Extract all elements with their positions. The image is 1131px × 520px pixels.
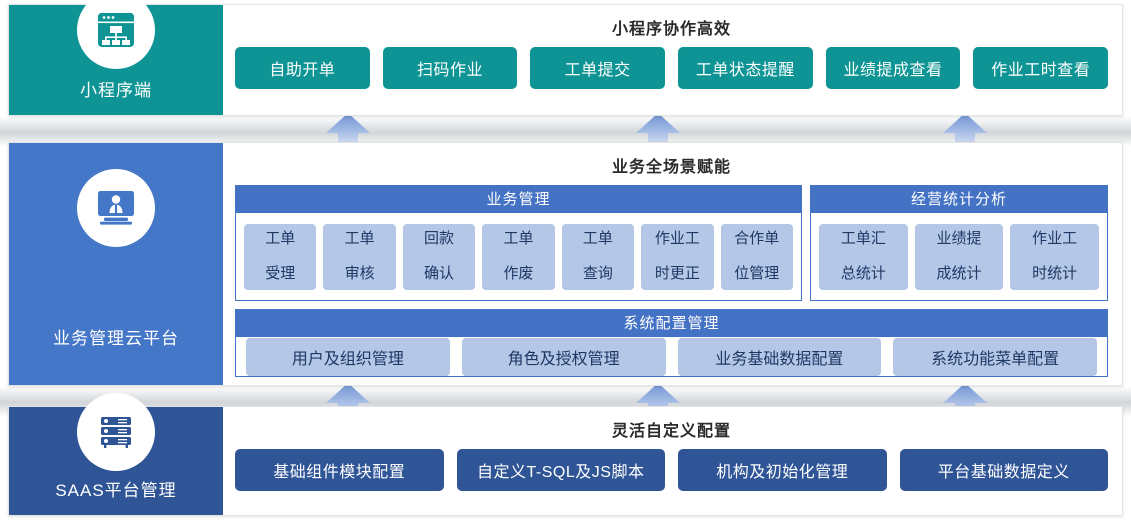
config-chip[interactable]: 角色及授权管理 [461,337,666,376]
chip-line: 作废 [503,265,534,283]
feature-button[interactable]: 工单提交 [530,47,666,89]
feature-button[interactable]: 扫码作业 [382,47,518,89]
module-chip[interactable]: 作业工 时统计 [1010,223,1100,290]
config-chip[interactable]: 业务基础数据配置 [677,337,882,376]
chip-line: 时统计 [1032,265,1078,283]
module-chip[interactable]: 作业工 时更正 [641,223,714,290]
feature-button[interactable]: 工单状态提醒 [678,47,813,89]
band-title-miniprogram: 小程序协作高效 [611,21,731,38]
panel-body-business-management: 工单 受理 工单 审核 回款 确认 工单 作废 工单 查询 作业工 时更正 合作… [236,213,801,300]
layer-miniprogram: 小程序端 小程序协作高效 自助开单 扫码作业 工单提交 工单状态提醒 业绩提成查… [8,0,1123,116]
saas-button-row: 基础组件模块配置 自定义T-SQL及JS脚本 机构及初始化管理 平台基础数据定义 [235,449,1108,491]
panel-body-operation-statistics: 工单汇总统计 业绩提成统计 作业工时统计 [811,213,1107,300]
layer-label-miniprogram: 小程序端 [80,81,152,100]
up-arrow-connector [325,112,371,146]
panel-header-operation-statistics: 经营统计分析 [811,186,1107,213]
chip-line: 工单 [582,229,613,247]
panel-operation-statistics: 经营统计分析 工单汇总统计 业绩提成统计 作业工时统计 [810,185,1108,301]
sitemap-window-icon [77,0,155,69]
chip-line: 作业工 [654,229,700,247]
chip-line: 时更正 [654,265,700,283]
feature-button[interactable]: 自助开单 [235,47,370,89]
panel-header-business-management: 业务管理 [236,186,801,213]
miniprogram-button-row: 自助开单 扫码作业 工单提交 工单状态提醒 业绩提成查看 作业工时查看 [235,47,1109,89]
chip-line: 成统计 [936,265,982,283]
panel-body-system-configuration: 用户及组织管理 角色及授权管理 业务基础数据配置 系统功能菜单配置 [236,337,1107,376]
module-chip[interactable]: 业绩提 成统计 [914,223,1004,290]
chip-line: 位管理 [734,265,780,283]
config-chip[interactable]: 系统功能菜单配置 [893,337,1097,376]
module-chip[interactable]: 工单 查询 [561,223,635,290]
up-arrow-connector [635,112,681,146]
module-chip[interactable]: 合作单 位管理 [720,223,793,290]
layer-label-panel-business-cloud: 业务管理云平台 [9,143,223,385]
layer-business-cloud: 业务管理云平台 业务全场景赋能 业务管理 工单 受理 工单 审核 回款 确认 工… [8,142,1123,386]
chip-line: 查询 [582,265,613,283]
feature-button[interactable]: 作业工时查看 [973,47,1109,89]
architecture-diagram: 小程序端 小程序协作高效 自助开单 扫码作业 工单提交 工单状态提醒 业绩提成查… [0,0,1131,520]
panel-system-configuration: 系统配置管理 用户及组织管理 角色及授权管理 业务基础数据配置 系统功能菜单配置 [235,309,1108,377]
module-chip[interactable]: 回款 确认 [402,223,476,290]
layer-label-saas: SAAS平台管理 [55,481,177,500]
feature-button[interactable]: 自定义T-SQL及JS脚本 [456,449,665,491]
layer-content-saas: 灵活自定义配置 基础组件模块配置 自定义T-SQL及JS脚本 机构及初始化管理 … [223,407,1122,515]
up-arrow-connector [942,112,988,146]
feature-button[interactable]: 业绩提成查看 [825,47,961,89]
chip-line: 业绩提 [936,229,982,247]
feature-button[interactable]: 平台基础数据定义 [899,449,1108,491]
chip-line: 工单汇 [840,229,886,247]
chip-line: 审核 [344,265,375,283]
chip-line: 工单 [344,229,375,247]
server-rack-icon [77,393,155,471]
layer-saas-platform: SAAS平台管理 灵活自定义配置 基础组件模块配置 自定义T-SQL及JS脚本 … [8,393,1123,516]
layer-content-business-cloud: 业务全场景赋能 业务管理 工单 受理 工单 审核 回款 确认 工单 作废 工单 … [223,143,1122,385]
module-chip[interactable]: 工单 受理 [244,223,317,290]
module-chip[interactable]: 工单 审核 [323,223,396,290]
feature-button[interactable]: 机构及初始化管理 [678,449,887,491]
feature-button[interactable]: 基础组件模块配置 [235,449,444,491]
layer-content-miniprogram: 小程序协作高效 自助开单 扫码作业 工单提交 工单状态提醒 业绩提成查看 作业工… [223,5,1122,115]
chip-line: 工单 [503,229,534,247]
chip-line: 总统计 [840,265,886,283]
chip-line: 确认 [424,265,455,283]
business-panels-row: 业务管理 工单 受理 工单 审核 回款 确认 工单 作废 工单 查询 作业工 时… [235,185,1108,301]
person-monitor-icon [77,169,155,247]
layer-label-panel-saas: SAAS平台管理 [9,393,223,515]
chip-line: 作业工 [1032,229,1078,247]
band-title-saas: 灵活自定义配置 [611,423,731,440]
panel-business-management: 业务管理 工单 受理 工单 审核 回款 确认 工单 作废 工单 查询 作业工 时… [235,185,802,301]
chip-line: 工单 [265,229,296,247]
panel-header-system-configuration: 系统配置管理 [236,310,1107,337]
chip-line: 合作单 [734,229,780,247]
layer-label-panel-miniprogram: 小程序端 [9,0,223,115]
module-chip[interactable]: 工单 作废 [482,223,555,290]
chip-line: 受理 [265,265,296,283]
module-chip[interactable]: 工单汇 总统计 [819,223,908,290]
layer-label-business-cloud: 业务管理云平台 [53,329,179,348]
band-title-business-cloud: 业务全场景赋能 [611,159,731,176]
config-chip[interactable]: 用户及组织管理 [246,337,450,376]
chip-line: 回款 [424,229,455,247]
